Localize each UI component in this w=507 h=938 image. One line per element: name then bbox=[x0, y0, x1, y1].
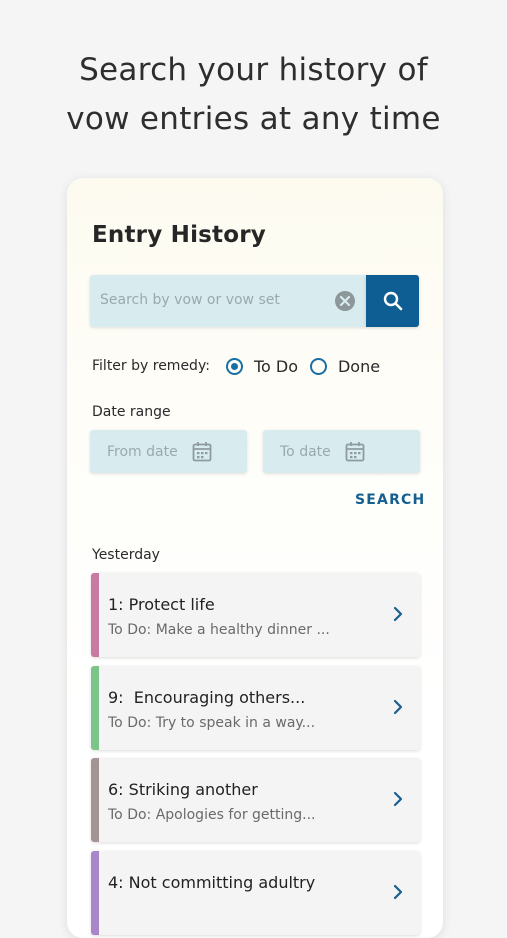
headline-line-1: Search your history of bbox=[79, 52, 428, 88]
chevron-right-icon bbox=[393, 884, 403, 900]
headline-line-2: vow entries at any time bbox=[66, 101, 441, 137]
entry-title: 6: Striking another bbox=[108, 780, 258, 799]
date-range-label: Date range bbox=[92, 404, 171, 420]
search-icon bbox=[383, 291, 402, 311]
search-button[interactable] bbox=[366, 275, 419, 327]
entry-color-bar bbox=[91, 666, 99, 750]
headline: Search your history of vow entries at an… bbox=[0, 46, 507, 144]
entry-card[interactable]: 4: Not committing adultry bbox=[91, 851, 420, 935]
chevron-right-icon bbox=[393, 791, 403, 807]
entry-card[interactable]: 6: Striking another To Do: Apologies for… bbox=[91, 758, 420, 842]
radio-todo[interactable]: To Do bbox=[225, 357, 298, 376]
entry-subtitle: To Do: Apologies for getting... bbox=[108, 807, 316, 823]
chevron-right-icon bbox=[393, 699, 403, 715]
radio-unchecked-icon[interactable] bbox=[309, 357, 327, 375]
radio-checked-icon[interactable] bbox=[225, 357, 243, 375]
radio-done[interactable]: Done bbox=[309, 357, 380, 376]
entry-subtitle: To Do: Try to speak in a way... bbox=[108, 715, 316, 731]
entry-card[interactable]: 1: Protect life To Do: Make a healthy di… bbox=[91, 573, 420, 657]
entry-title: 1: Protect life bbox=[108, 595, 215, 614]
radio-done-label[interactable]: Done bbox=[338, 357, 380, 376]
from-date-field[interactable]: From date bbox=[90, 430, 247, 473]
entry-color-bar bbox=[91, 758, 99, 842]
filter-label: Filter by remedy: bbox=[92, 358, 210, 374]
search-input[interactable]: Search by vow or vow set bbox=[90, 275, 366, 327]
entry-card[interactable]: 9: Encouraging others... To Do: Try to s… bbox=[91, 666, 420, 750]
entry-title: 4: Not committing adultry bbox=[108, 873, 316, 892]
entry-color-bar bbox=[91, 851, 99, 935]
search-bar: Search by vow or vow set bbox=[90, 275, 420, 327]
to-date-field[interactable]: To date bbox=[263, 430, 420, 473]
chevron-right-icon bbox=[393, 606, 403, 622]
radio-todo-label[interactable]: To Do bbox=[254, 357, 298, 376]
page-title: Entry History bbox=[92, 222, 266, 248]
entry-title: 9: Encouraging others... bbox=[108, 688, 306, 707]
phone-screen: Entry History Search by vow or vow set F… bbox=[67, 178, 443, 938]
search-placeholder: Search by vow or vow set bbox=[100, 292, 280, 308]
clear-circle-icon[interactable] bbox=[334, 290, 356, 312]
group-label-yesterday: Yesterday bbox=[92, 547, 160, 563]
calendar-icon bbox=[345, 442, 365, 462]
to-date-placeholder: To date bbox=[280, 444, 331, 460]
entry-color-bar bbox=[91, 573, 99, 657]
remedy-filter: Filter by remedy: To Do Done bbox=[92, 354, 422, 378]
from-date-placeholder: From date bbox=[107, 444, 178, 460]
search-action-button[interactable]: SEARCH bbox=[355, 492, 425, 508]
entry-subtitle: To Do: Make a healthy dinner ... bbox=[108, 622, 330, 638]
calendar-icon bbox=[192, 442, 212, 462]
